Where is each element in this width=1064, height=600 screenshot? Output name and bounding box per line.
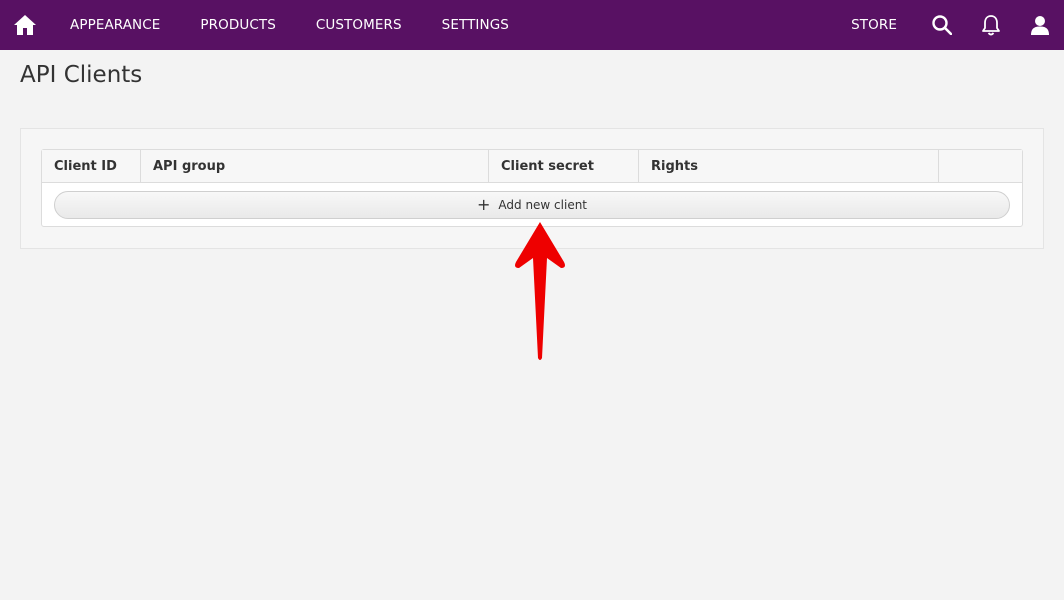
nav-appearance[interactable]: APPEARANCE [50,0,180,50]
column-actions [939,150,1022,183]
red-arrow-annotation [515,222,565,360]
search-icon [931,15,952,35]
user-button[interactable] [1015,0,1064,50]
nav-store[interactable]: STORE [831,0,917,50]
table-header: Client ID API group Client secret Rights [42,150,1022,183]
top-nav-bar: APPEARANCE PRODUCTS CUSTOMERS SETTINGS S… [0,0,1064,50]
column-client-secret: Client secret [489,150,639,183]
api-clients-table: Client ID API group Client secret Rights… [41,149,1023,227]
bell-icon [981,15,1000,36]
home-button[interactable] [0,0,50,50]
page-title: API Clients [20,62,143,88]
notifications-button[interactable] [966,0,1015,50]
nav-customers[interactable]: CUSTOMERS [296,0,422,50]
search-button[interactable] [917,0,966,50]
nav-settings[interactable]: SETTINGS [422,0,529,50]
column-client-id: Client ID [42,150,141,183]
column-rights: Rights [639,150,939,183]
column-api-group: API group [141,150,489,183]
plus-icon: + [476,195,491,214]
nav-products[interactable]: PRODUCTS [180,0,295,50]
user-icon [1030,16,1049,35]
add-new-client-button[interactable]: + Add new client [54,191,1010,219]
home-icon [14,15,36,35]
add-new-client-label: Add new client [498,198,588,212]
